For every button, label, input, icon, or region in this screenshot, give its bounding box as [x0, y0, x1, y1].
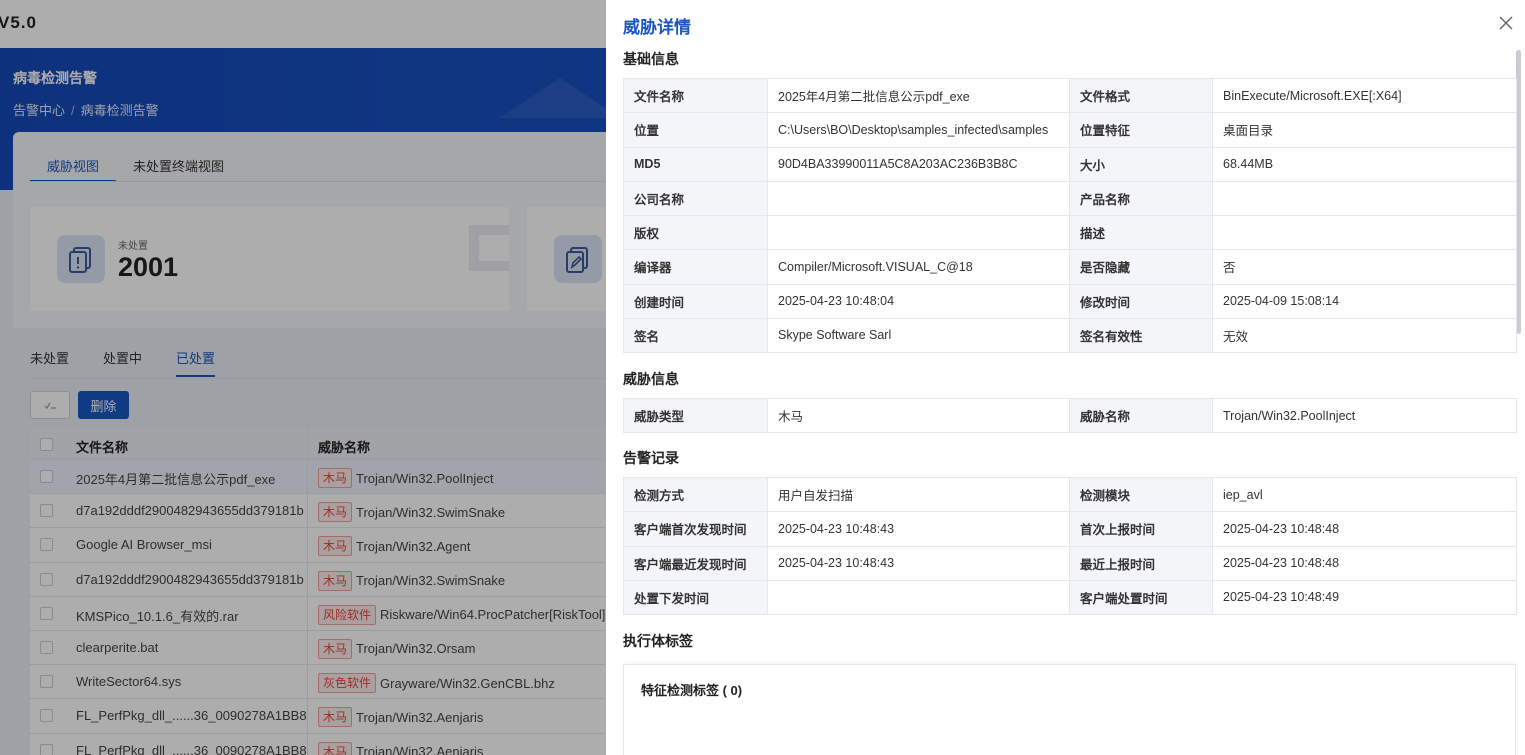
detail-row: 创建时间 2025-04-23 10:48:04 修改时间 2025-04-09 15… [623, 283, 1517, 319]
detail-value: 桌面目录 [1212, 112, 1517, 148]
detail-value: 2025-04-09 15:08:14 [1212, 283, 1517, 319]
detail-value: BinExecute/Microsoft.EXE[:X64] [1212, 77, 1517, 114]
detail-value: C:\Users\BO\Desktop\samples_infected\sam… [767, 112, 1070, 148]
feature-tags-label: 特征检测标签 ( 0) [641, 683, 743, 698]
section-title-basic: 基础信息 [623, 51, 679, 67]
detail-key: MD5 [623, 146, 768, 182]
detail-value [767, 180, 1070, 217]
detail-value: 2025-04-23 10:48:48 [1212, 545, 1517, 581]
detail-row: 位置 C:\Users\BO\Desktop\samples_infected\s… [623, 112, 1517, 148]
alert-record-table: 检测方式 用户自发扫描 检测模块 iep_avl 客户端首次发现时间 2025-04-23… [623, 476, 1517, 616]
detail-row: 客户端首次发现时间 2025-04-23 10:48:43 首次上报时间 2025-0… [623, 511, 1517, 547]
basic-info-table: 文件名称 2025年4月第二批信息公示pdf_exe 文件格式 BinExecute/… [623, 77, 1517, 354]
detail-value [767, 214, 1070, 251]
detail-value: 2025-04-23 10:48:48 [1212, 511, 1517, 547]
detail-value: 否 [1212, 249, 1517, 285]
detail-key: 创建时间 [623, 283, 768, 319]
detail-value: 木马 [767, 397, 1070, 434]
detail-value: 2025-04-23 10:48:43 [767, 545, 1070, 581]
detail-row: 公司名称 产品名称 [623, 180, 1517, 217]
detail-value: 90D4BA33990011A5C8A203AC236B3B8C [767, 146, 1070, 182]
detail-value [1212, 214, 1517, 251]
detail-key: 位置 [623, 112, 768, 148]
detail-value: 68.44MB [1212, 146, 1517, 182]
detail-key: 客户端最近发现时间 [623, 545, 768, 581]
detail-value: 2025年4月第二批信息公示pdf_exe [767, 77, 1070, 114]
detail-key: 版权 [623, 214, 768, 251]
detail-key: 位置特征 [1069, 112, 1213, 148]
detail-key: 检测模块 [1069, 476, 1213, 513]
detail-row: 编译器 Compiler/Microsoft.VISUAL_C@18 是否隐藏否 [623, 249, 1517, 285]
detail-value: iep_avl [1212, 476, 1517, 513]
detail-key: 公司名称 [623, 180, 768, 217]
detail-key: 签名 [623, 317, 768, 354]
detail-value: 无效 [1212, 317, 1517, 354]
detail-row: 威胁类型 木马 威胁名称 Trojan/Win32.PoolInject [623, 397, 1517, 434]
detail-value: Compiler/Microsoft.VISUAL_C@18 [767, 249, 1070, 285]
detail-key: 处置下发时间 [623, 579, 768, 616]
detail-value [767, 579, 1070, 616]
detail-row: 检测方式 用户自发扫描 检测模块 iep_avl [623, 476, 1517, 513]
detail-key: 威胁类型 [623, 397, 768, 434]
close-icon[interactable] [1497, 14, 1515, 32]
detail-value: 2025-04-23 10:48:43 [767, 511, 1070, 547]
detail-value [1212, 180, 1517, 217]
detail-key: 首次上报时间 [1069, 511, 1213, 547]
detail-key: 编译器 [623, 249, 768, 285]
detail-key: 检测方式 [623, 476, 768, 513]
detail-value: 2025-04-23 10:48:04 [767, 283, 1070, 319]
detail-value: 2025-04-23 10:48:49 [1212, 579, 1517, 616]
detail-key: 签名有效性 [1069, 317, 1213, 354]
exec-tags-box: 特征检测标签 ( 0) [623, 664, 1516, 755]
threat-detail-drawer: 威胁详情 基础信息 文件名称 2025年4月第二批信息公示pdf_exe 文件格式 B… [606, 0, 1525, 755]
detail-row: 签名 Skype Software Sarl 签名有效性 无效 [623, 317, 1517, 354]
detail-row: MD5 90D4BA33990011A5C8A203AC236B3B8C 大小 68.… [623, 146, 1517, 182]
detail-key: 客户端首次发现时间 [623, 511, 768, 547]
detail-value: Skype Software Sarl [767, 317, 1070, 354]
threat-info-table: 威胁类型 木马 威胁名称 Trojan/Win32.PoolInject [623, 397, 1517, 434]
detail-key: 最近上报时间 [1069, 545, 1213, 581]
detail-value: Trojan/Win32.PoolInject [1212, 397, 1517, 434]
drawer-title: 威胁详情 [623, 18, 691, 37]
detail-key: 威胁名称 [1069, 397, 1213, 434]
detail-key: 描述 [1069, 214, 1213, 251]
section-title-threat: 威胁信息 [623, 371, 679, 387]
detail-row: 文件名称 2025年4月第二批信息公示pdf_exe 文件格式 BinExecute/… [623, 77, 1517, 114]
detail-key: 文件格式 [1069, 77, 1213, 114]
detail-row: 版权 描述 [623, 214, 1517, 251]
detail-value: 用户自发扫描 [767, 476, 1070, 513]
section-title-alert: 告警记录 [623, 450, 679, 466]
section-title-exec-tags: 执行体标签 [623, 633, 693, 649]
detail-row: 处置下发时间 客户端处置时间 2025-04-23 10:48:49 [623, 579, 1517, 616]
detail-key: 客户端处置时间 [1069, 579, 1213, 616]
detail-key: 是否隐藏 [1069, 249, 1213, 285]
detail-key: 产品名称 [1069, 180, 1213, 217]
detail-row: 客户端最近发现时间 2025-04-23 10:48:43 最近上报时间 2025-0… [623, 545, 1517, 581]
detail-key: 文件名称 [623, 77, 768, 114]
detail-key: 修改时间 [1069, 283, 1213, 319]
detail-key: 大小 [1069, 146, 1213, 182]
